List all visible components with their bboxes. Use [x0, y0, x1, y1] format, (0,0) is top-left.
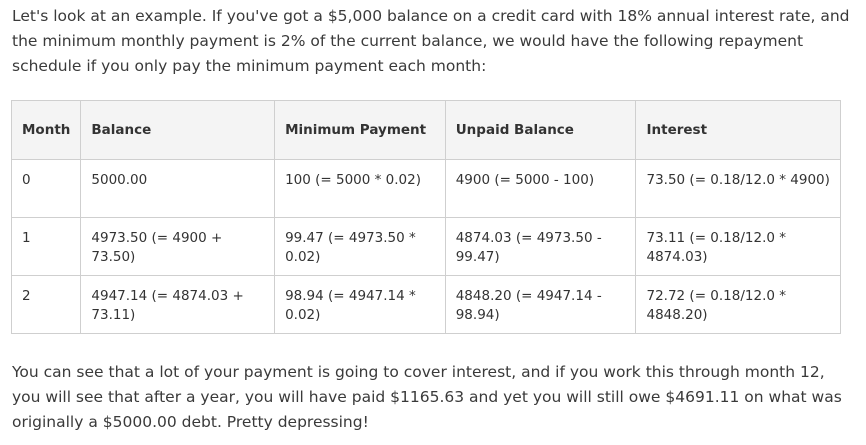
- cell-balance: 5000.00: [80, 159, 276, 218]
- cell-minimum-payment: 100 (= 5000 * 0.02): [274, 159, 446, 218]
- cell-interest: 73.11 (= 0.18/12.0 * 4874.03): [635, 217, 841, 276]
- intro-paragraph: Let's look at an example. If you've got …: [12, 7, 850, 75]
- header-minimum-payment: Minimum Payment: [274, 100, 446, 160]
- table-row: 1 4973.50 (= 4900 + 73.50) 99.47 (= 4973…: [10, 217, 841, 276]
- cell-month: 0: [10, 159, 82, 218]
- repayment-schedule-table: Month Balance Minimum Payment Unpaid Bal…: [10, 100, 841, 334]
- table-row: 0 5000.00 100 (= 5000 * 0.02) 4900 (= 50…: [10, 159, 841, 218]
- header-balance: Balance: [80, 100, 276, 160]
- header-month: Month: [10, 100, 82, 160]
- cell-month: 2: [10, 275, 82, 334]
- cell-unpaid-balance: 4848.20 (= 4947.14 - 98.94): [444, 275, 637, 334]
- header-interest: Interest: [635, 100, 841, 160]
- cell-interest: 73.50 (= 0.18/12.0 * 4900): [635, 159, 841, 218]
- conclusion-paragraph: You can see that a lot of your payment i…: [12, 363, 842, 431]
- cell-month: 1: [10, 217, 82, 276]
- cell-minimum-payment: 99.47 (= 4973.50 * 0.02): [274, 217, 446, 276]
- cell-unpaid-balance: 4874.03 (= 4973.50 - 99.47): [444, 217, 637, 276]
- table-row: 2 4947.14 (= 4874.03 + 73.11) 98.94 (= 4…: [10, 275, 841, 334]
- cell-interest: 72.72 (= 0.18/12.0 * 4848.20): [635, 275, 841, 334]
- header-unpaid-balance: Unpaid Balance: [444, 100, 637, 160]
- cell-balance: 4973.50 (= 4900 + 73.50): [80, 217, 276, 276]
- cell-unpaid-balance: 4900 (= 5000 - 100): [444, 159, 637, 218]
- table-header-row: Month Balance Minimum Payment Unpaid Bal…: [10, 100, 841, 160]
- cell-balance: 4947.14 (= 4874.03 + 73.11): [80, 275, 276, 334]
- cell-minimum-payment: 98.94 (= 4947.14 * 0.02): [274, 275, 446, 334]
